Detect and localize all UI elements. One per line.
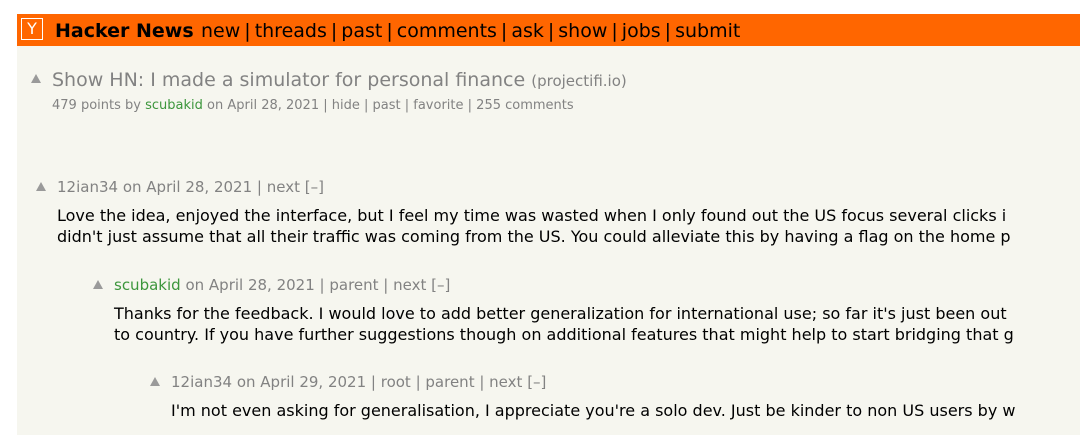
top-bar: Y Hacker News new | threads | past | comments |… — [17, 14, 1080, 46]
story-past-link[interactable]: past — [373, 98, 401, 113]
nav-jobs-link[interactable]: jobs — [622, 20, 661, 42]
comment-user-link[interactable]: 12ian34 — [57, 178, 118, 196]
story-title-link[interactable]: Show HN: I made a simulator for personal… — [52, 69, 525, 91]
comment-parent-link[interactable]: parent — [425, 373, 474, 391]
comment-parent-link[interactable]: parent — [329, 276, 378, 294]
story-upvote-icon[interactable] — [31, 74, 41, 83]
comment-header: 12ian34 on April 28, 2021 | next [–] — [57, 178, 324, 196]
comment-text: Love the idea, enjoyed the interface, bu… — [57, 205, 1011, 247]
comment-upvote-icon[interactable] — [150, 377, 160, 386]
comment-toggle-link[interactable]: [–] — [305, 178, 324, 196]
comment-text-line: Love the idea, enjoyed the interface, bu… — [57, 206, 1007, 225]
hn-logo[interactable]: Y — [21, 18, 43, 40]
comment-text: Thanks for the feedback. I would love to… — [114, 303, 1014, 345]
comment-text-line: to country. If you have further suggesti… — [114, 325, 1014, 344]
nav-comments-link[interactable]: comments — [397, 20, 497, 42]
comment-upvote-icon[interactable] — [93, 280, 103, 289]
comment-text-line: Thanks for the feedback. I would love to… — [114, 304, 1007, 323]
story-favorite-link[interactable]: favorite — [413, 98, 463, 113]
comment-next-link[interactable]: next — [489, 373, 522, 391]
nav-submit-link[interactable]: submit — [675, 20, 740, 42]
nav-past-link[interactable]: past — [341, 20, 382, 42]
nav-new-link[interactable]: new — [201, 20, 240, 42]
comment-user-link[interactable]: 12ian34 — [171, 373, 232, 391]
story-subline: 479 points by scubakid on April 28, 2021… — [52, 98, 574, 113]
comment-next-link[interactable]: next — [267, 178, 300, 196]
comment-header: scubakid on April 28, 2021 | parent | ne… — [114, 276, 451, 294]
comment-text: I'm not even asking for generalisation, … — [171, 400, 1015, 421]
story-date-link[interactable]: on April 28, 2021 — [207, 98, 319, 113]
nav-ask-link[interactable]: ask — [511, 20, 544, 42]
comment-text-line: I'm not even asking for generalisation, … — [171, 401, 1016, 420]
story-hide-link[interactable]: hide — [332, 98, 360, 113]
comment-user-link[interactable]: scubakid — [114, 276, 181, 294]
comment-toggle-link[interactable]: [–] — [431, 276, 450, 294]
comment-date-link[interactable]: on April 28, 2021 — [123, 178, 252, 196]
comment-header: 12ian34 on April 29, 2021 | root | paren… — [171, 373, 547, 391]
story-domain-link[interactable]: (projectifi.io) — [531, 72, 627, 90]
comment-root-link[interactable]: root — [381, 373, 411, 391]
story-points: 479 points — [52, 98, 121, 113]
nav-show-link[interactable]: show — [558, 20, 607, 42]
comment-date-link[interactable]: on April 28, 2021 — [185, 276, 314, 294]
comment-next-link[interactable]: next — [393, 276, 426, 294]
story-user-link[interactable]: scubakid — [145, 98, 203, 113]
nav-links: new | threads | past | comments | ask | show | jobs |… — [201, 20, 741, 42]
hn-page: Y Hacker News new | threads | past | comments |… — [17, 14, 1080, 435]
nav-threads-link[interactable]: threads — [255, 20, 327, 42]
comment-text-line: didn't just assume that all their traffi… — [57, 227, 1011, 246]
story-comments-link[interactable]: 255 comments — [476, 98, 573, 113]
comment-upvote-icon[interactable] — [36, 182, 46, 191]
site-title-link[interactable]: Hacker News — [55, 20, 194, 42]
story-by: by — [125, 98, 141, 113]
comment-date-link[interactable]: on April 29, 2021 — [237, 373, 366, 391]
comment-toggle-link[interactable]: [–] — [527, 373, 546, 391]
story-title-row: Show HN: I made a simulator for personal… — [52, 69, 627, 92]
